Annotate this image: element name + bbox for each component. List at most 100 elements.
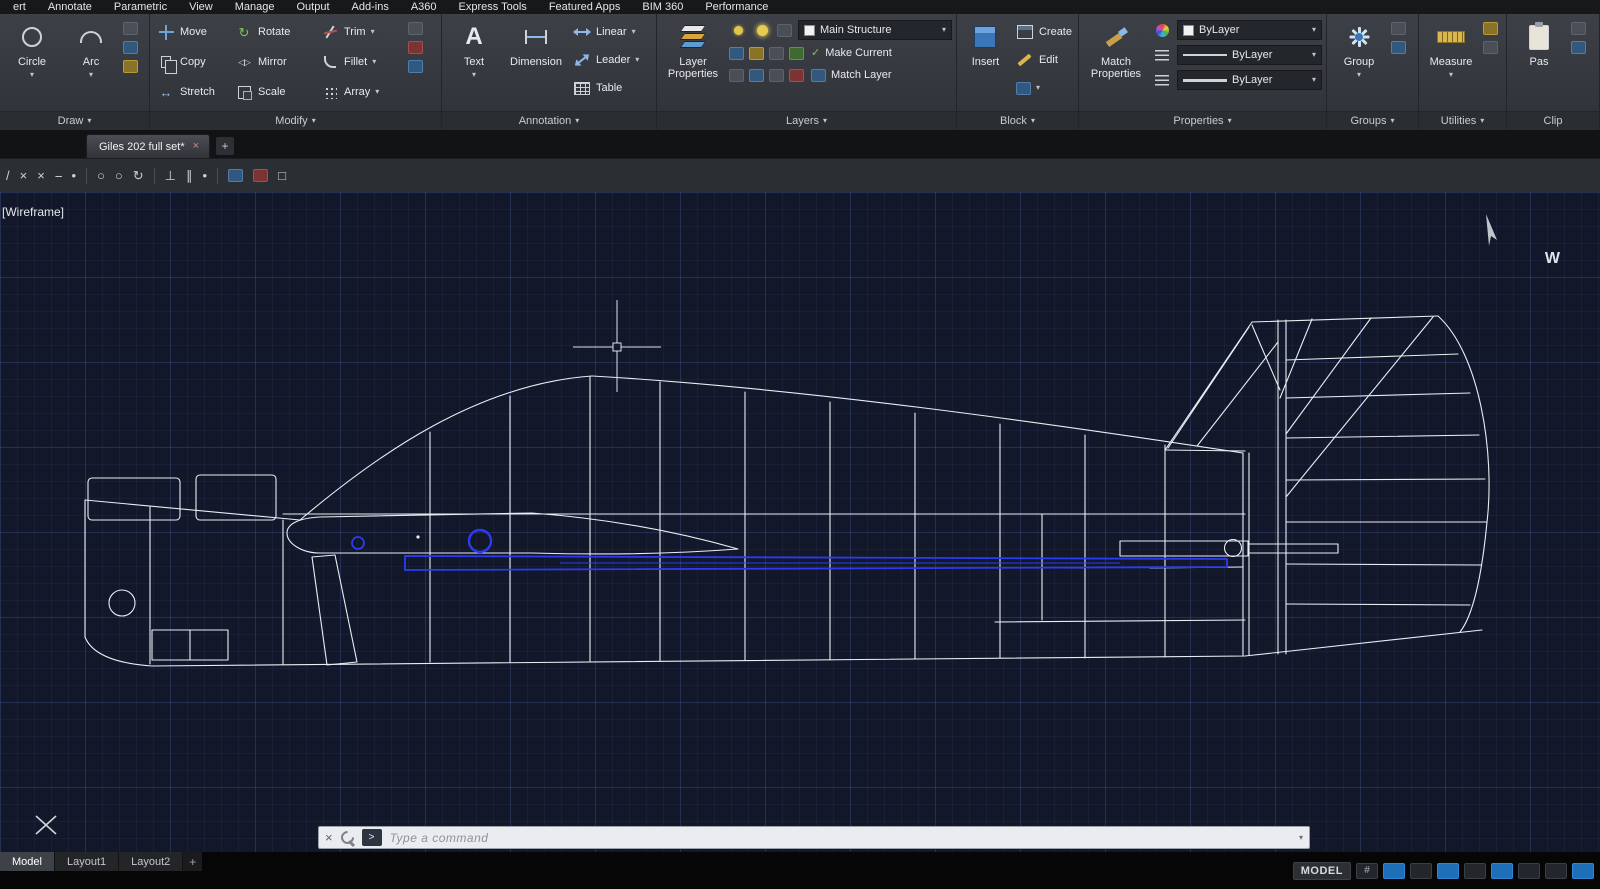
menu-express-tools[interactable]: Express Tools: [448, 1, 538, 14]
tab-model[interactable]: Model: [0, 852, 55, 871]
arc-button[interactable]: Arc ▾: [64, 18, 118, 79]
document-tab[interactable]: Giles 202 full set* ×: [86, 134, 210, 158]
osnap-extension-icon[interactable]: --: [55, 169, 62, 182]
measure-quick-icon[interactable]: [228, 169, 243, 182]
group-edit-icon[interactable]: [1391, 41, 1406, 54]
new-layout-button[interactable]: +: [183, 852, 202, 871]
ortho-toggle-icon[interactable]: [1410, 863, 1432, 879]
layer-thaw-icon[interactable]: [749, 69, 764, 82]
layer-lock-icon[interactable]: [749, 47, 764, 60]
paste-button[interactable]: Pas: [1512, 18, 1566, 68]
edit-block-button[interactable]: Edit: [1014, 46, 1074, 74]
quick-calc-icon[interactable]: [1483, 22, 1498, 35]
layer-bulb-icon[interactable]: [729, 21, 747, 39]
measure-button[interactable]: Measure ▾: [1424, 18, 1478, 79]
tab-layout1[interactable]: Layout1: [55, 852, 119, 871]
model-space-canvas[interactable]: [Wireframe] W: [0, 192, 1600, 852]
command-customize-wrench-icon[interactable]: [341, 831, 354, 844]
explode-tool-icon[interactable]: [408, 41, 423, 54]
menu-parametric[interactable]: Parametric: [103, 1, 178, 14]
lineweight-dropdown[interactable]: ByLayer ▾: [1177, 70, 1322, 90]
mirror-button[interactable]: ◁▷ Mirror: [233, 48, 319, 76]
move-button[interactable]: Move: [155, 18, 233, 46]
group-button[interactable]: Group ▾: [1332, 18, 1386, 79]
panel-label-modify[interactable]: Modify▾: [150, 111, 441, 130]
erase-tool-icon[interactable]: [408, 22, 423, 35]
object-color-dropdown[interactable]: ByLayer ▾: [1177, 20, 1322, 40]
osnap-point-icon[interactable]: •: [71, 169, 76, 182]
menu-insert[interactable]: ert: [2, 1, 37, 14]
osnap-center-icon[interactable]: ○: [97, 169, 105, 182]
panel-label-draw[interactable]: Draw▾: [0, 111, 149, 130]
array-button[interactable]: Array ▾: [319, 78, 403, 106]
osnap-apparent-intersection-icon[interactable]: ×: [37, 169, 45, 182]
grid-toggle-icon[interactable]: #: [1356, 863, 1378, 879]
block-attributes-button[interactable]: ▾: [1014, 74, 1074, 102]
tab-close-icon[interactable]: ×: [193, 141, 199, 152]
new-tab-button[interactable]: +: [216, 137, 234, 155]
copy-button[interactable]: Copy: [155, 48, 233, 76]
osnap-intersection-icon[interactable]: ×: [20, 169, 28, 182]
osnap-toggle-icon[interactable]: [1464, 863, 1486, 879]
ungroup-icon[interactable]: [1391, 22, 1406, 35]
command-history-chevron-icon[interactable]: ▾: [1299, 834, 1303, 842]
layer-sun-icon[interactable]: [753, 21, 771, 39]
snap-toggle-icon[interactable]: [1383, 863, 1405, 879]
table-button[interactable]: Table: [571, 74, 641, 102]
command-close-icon[interactable]: ×: [325, 831, 333, 844]
leader-button[interactable]: Leader ▾: [571, 46, 641, 74]
menu-bim360[interactable]: BIM 360: [631, 1, 694, 14]
match-properties-button[interactable]: Match Properties: [1084, 18, 1148, 80]
hatch-tool-icon[interactable]: [123, 60, 138, 73]
lineweight-toggle-icon[interactable]: [1518, 863, 1540, 879]
layer-isolate-icon[interactable]: [777, 24, 792, 37]
create-block-button[interactable]: Create: [1014, 18, 1074, 46]
copy-clip-icon[interactable]: [1571, 22, 1586, 35]
linetype-list-icon[interactable]: [1153, 46, 1171, 64]
panel-label-block[interactable]: Block▾: [957, 111, 1078, 130]
dimension-button[interactable]: Dimension: [506, 18, 566, 68]
panel-label-properties[interactable]: Properties▾: [1079, 111, 1326, 130]
pickbox-icon[interactable]: □: [278, 169, 286, 182]
menu-manage[interactable]: Manage: [224, 1, 286, 14]
menu-view[interactable]: View: [178, 1, 224, 14]
color-wheel-icon[interactable]: [1153, 21, 1171, 39]
layer-on-icon[interactable]: [789, 47, 804, 60]
ellipse-tool-icon[interactable]: [123, 41, 138, 54]
scale-button[interactable]: Scale: [233, 78, 319, 106]
model-space-toggle[interactable]: MODEL: [1293, 862, 1351, 880]
layer-walk-icon[interactable]: [729, 69, 744, 82]
stretch-button[interactable]: ↔ Stretch: [155, 78, 233, 106]
selected-pushrod[interactable]: [352, 530, 1227, 570]
osnap-nearest-icon[interactable]: •: [203, 169, 208, 182]
make-current-button[interactable]: ✓ Make Current: [809, 44, 894, 62]
panel-label-layers[interactable]: Layers▾: [657, 111, 956, 130]
menu-output[interactable]: Output: [286, 1, 341, 14]
fillet-button[interactable]: Fillet ▾: [319, 48, 403, 76]
linetype-dropdown[interactable]: ByLayer ▾: [1177, 45, 1322, 65]
osnap-rotate-icon[interactable]: ↻: [133, 169, 144, 182]
rectangle-tool-icon[interactable]: [123, 22, 138, 35]
lineweight-list-icon[interactable]: [1153, 71, 1171, 89]
polar-toggle-icon[interactable]: [1437, 863, 1459, 879]
text-button[interactable]: A Text ▾: [447, 18, 501, 79]
match-layer-button[interactable]: Match Layer: [809, 66, 894, 84]
id-point-icon[interactable]: [1483, 41, 1498, 54]
drawing-svg[interactable]: [0, 192, 1600, 852]
panel-label-utilities[interactable]: Utilities▾: [1419, 111, 1506, 130]
dynamic-input-toggle-icon[interactable]: [1545, 863, 1567, 879]
layer-select-dropdown[interactable]: Main Structure ▾: [798, 20, 952, 40]
osnap-parallel-icon[interactable]: ∥: [186, 169, 193, 182]
osnap-node-icon[interactable]: ○: [115, 169, 123, 182]
rotate-button[interactable]: ↻ Rotate: [233, 18, 319, 46]
insert-button[interactable]: Insert: [962, 18, 1009, 68]
offset-tool-icon[interactable]: [408, 60, 423, 73]
menu-annotate[interactable]: Annotate: [37, 1, 103, 14]
panel-label-groups[interactable]: Groups▾: [1327, 111, 1418, 130]
osnap-perpendicular-icon[interactable]: ⊥: [165, 169, 176, 182]
layer-unlock-icon[interactable]: [769, 69, 784, 82]
menu-featured-apps[interactable]: Featured Apps: [538, 1, 632, 14]
annotation-scale-icon[interactable]: [1572, 863, 1594, 879]
layer-delete-icon[interactable]: [789, 69, 804, 82]
osnap-line-icon[interactable]: /: [6, 169, 10, 182]
